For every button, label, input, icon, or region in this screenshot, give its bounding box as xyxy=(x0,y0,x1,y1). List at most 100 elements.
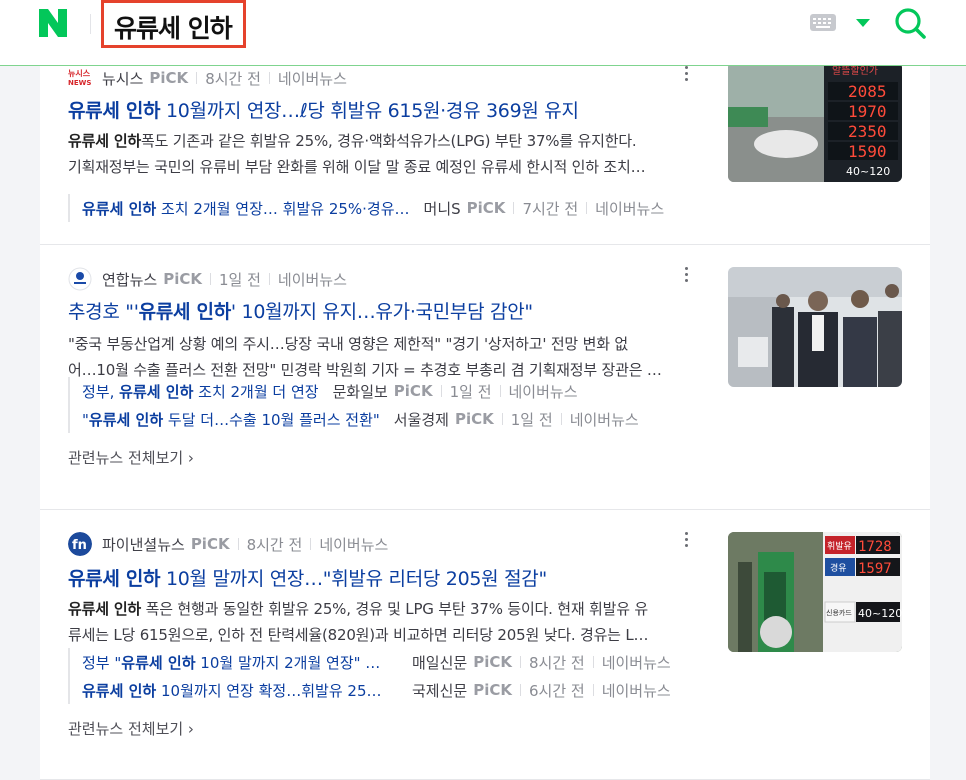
svg-text:뉴시스: 뉴시스 xyxy=(68,69,91,78)
related-article[interactable]: 유류세 인하 10월까지 연장 확정…휘발유 25… 국제신문 PiCK 6시간… xyxy=(68,676,671,704)
search-input[interactable]: 유류세 인하 xyxy=(101,0,246,48)
keyboard-icon[interactable] xyxy=(810,14,836,31)
article-summary[interactable]: 유류세 인하폭도 기존과 같은 휘발유 25%, 경유·액화석유가스(LPG) … xyxy=(68,128,693,180)
naver-news-link[interactable]: 네이버뉴스 xyxy=(602,680,671,701)
related-press: 서울경제 xyxy=(393,410,449,429)
related-press: 문화일보 xyxy=(332,382,388,401)
related-press: 머니S xyxy=(423,199,461,218)
related-article[interactable]: 정부 "유류세 인하 10월 말까지 2개월 연장" … 매일신문 PiCK 8… xyxy=(68,648,671,676)
svg-text:40~120: 40~120 xyxy=(858,607,902,620)
svg-text:경유: 경유 xyxy=(830,562,847,574)
meta-divider xyxy=(519,656,521,668)
news-card: fn 파이낸셜뉴스 PiCK 8시간 전 네이버뉴스 유류세 인하 10월 말까… xyxy=(40,510,930,780)
article-summary[interactable]: 유류세 인하 폭은 현행과 동일한 휘발유 25%, 경유 및 LPG 부탄 3… xyxy=(68,596,693,648)
meta-divider xyxy=(519,684,521,696)
meta-divider xyxy=(501,413,503,425)
press-name: 연합뉴스 xyxy=(102,270,158,289)
see-all-related-news-link[interactable]: 관련뉴스 전체보기 › xyxy=(68,718,194,739)
meta-divider xyxy=(196,72,198,84)
article-summary[interactable]: "중국 부동산업계 상황 예의 주시…당장 국내 영향은 제한적" "경기 '상… xyxy=(68,331,693,383)
article-thumbnail[interactable]: 휘발유 1728 경유 1597 신용카드 40~120 xyxy=(728,532,902,652)
meta-divider xyxy=(513,202,515,214)
article-time: 8시간 전 xyxy=(205,69,261,88)
pick-badge: PiCK xyxy=(473,681,512,699)
related-time: 7시간 전 xyxy=(522,199,579,218)
related-title[interactable]: 정부, 유류세 인하 조치 2개월 더 연장 xyxy=(82,381,319,402)
pick-badge: PiCK xyxy=(163,270,202,288)
svg-text:1597: 1597 xyxy=(858,561,892,577)
news-card: 연합뉴스 PiCK 1일 전 네이버뉴스 추경호 "'유류세 인하' 10월까지… xyxy=(40,245,930,509)
naver-news-link[interactable]: 네이버뉴스 xyxy=(570,409,639,430)
news-card: 뉴시스 NEWS 뉴시스 PiCK 8시간 전 네이버뉴스 유류세 인하 10월… xyxy=(40,62,930,244)
svg-text:휘발유: 휘발유 xyxy=(827,541,852,552)
dropdown-caret-icon[interactable] xyxy=(856,19,870,27)
more-options-icon[interactable] xyxy=(682,267,690,287)
meta-divider xyxy=(440,385,442,397)
search-header: 유류세 인하 xyxy=(0,0,966,66)
press-name: 파이낸셜뉴스 xyxy=(102,535,185,554)
related-time: 8시간 전 xyxy=(528,653,585,672)
pick-badge: PiCK xyxy=(454,410,494,428)
press-name: 뉴시스 xyxy=(102,69,144,88)
pick-badge: PiCK xyxy=(190,535,230,553)
naver-news-link[interactable]: 네이버뉴스 xyxy=(602,652,671,673)
pick-badge: PiCK xyxy=(466,199,506,217)
pick-badge: PiCK xyxy=(473,653,512,671)
meta-divider xyxy=(499,385,501,397)
naver-news-link[interactable]: 네이버뉴스 xyxy=(319,534,388,555)
related-article[interactable]: 정부, 유류세 인하 조치 2개월 더 연장 문화일보 PiCK 1일 전 네이… xyxy=(68,377,578,405)
svg-text:신용카드: 신용카드 xyxy=(826,608,852,617)
svg-text:NEWS: NEWS xyxy=(68,79,91,87)
article-title[interactable]: 유류세 인하 10월 말까지 연장…"휘발유 리터당 205원 절감" xyxy=(68,564,547,591)
more-options-icon[interactable] xyxy=(682,532,690,552)
meta-divider xyxy=(268,273,270,285)
meta-divider xyxy=(592,656,594,668)
pick-badge: PiCK xyxy=(149,69,189,87)
see-all-related-news-link[interactable]: 관련뉴스 전체보기 › xyxy=(68,447,194,468)
related-article[interactable]: "유류세 인하 두달 더…수출 10월 플러스 전환" 서울경제 PiCK 1일… xyxy=(68,405,639,433)
svg-text:2350: 2350 xyxy=(848,122,887,141)
article-time: 8시간 전 xyxy=(246,535,303,554)
related-title[interactable]: 유류세 인하 10월까지 연장 확정…휘발유 25… xyxy=(82,680,398,701)
press-logo-yonhap xyxy=(68,267,92,291)
naver-news-link[interactable]: 네이버뉴스 xyxy=(278,68,347,89)
svg-text:2085: 2085 xyxy=(848,82,887,101)
meta-divider xyxy=(310,538,312,550)
svg-text:fn: fn xyxy=(72,538,87,553)
naver-logo[interactable] xyxy=(37,7,69,39)
press-info[interactable]: 뉴시스 NEWS 뉴시스 PiCK 8시간 전 네이버뉴스 xyxy=(68,66,347,90)
press-logo-newsis: 뉴시스 NEWS xyxy=(68,69,91,87)
related-time: 6시간 전 xyxy=(528,681,585,700)
article-thumbnail[interactable]: 알뜰할인가 2085 1970 2350 1590 40~120 xyxy=(728,62,902,182)
meta-divider xyxy=(268,72,270,84)
meta-divider xyxy=(586,202,588,214)
article-thumbnail[interactable] xyxy=(728,267,902,387)
related-time: 1일 전 xyxy=(449,382,492,401)
press-info[interactable]: 연합뉴스 PiCK 1일 전 네이버뉴스 xyxy=(68,267,347,291)
svg-text:1970: 1970 xyxy=(848,102,887,121)
related-title[interactable]: 정부 "유류세 인하 10월 말까지 2개월 연장" … xyxy=(82,652,398,673)
related-time: 1일 전 xyxy=(510,410,553,429)
naver-news-link[interactable]: 네이버뉴스 xyxy=(595,198,664,219)
press-info[interactable]: fn 파이낸셜뉴스 PiCK 8시간 전 네이버뉴스 xyxy=(68,532,388,556)
meta-divider xyxy=(560,413,562,425)
more-options-icon[interactable] xyxy=(682,66,690,86)
meta-divider xyxy=(237,538,239,550)
news-list: 뉴시스 NEWS 뉴시스 PiCK 8시간 전 네이버뉴스 유류세 인하 10월… xyxy=(40,62,930,780)
search-icon[interactable] xyxy=(893,6,927,40)
svg-text:1728: 1728 xyxy=(858,539,892,555)
svg-text:40~120: 40~120 xyxy=(846,165,890,178)
naver-news-link[interactable]: 네이버뉴스 xyxy=(509,381,578,402)
naver-news-link[interactable]: 네이버뉴스 xyxy=(278,269,347,290)
article-time: 1일 전 xyxy=(218,270,261,289)
related-press: 국제신문 xyxy=(412,681,468,700)
search-query-text: 유류세 인하 xyxy=(114,14,233,43)
related-title[interactable]: "유류세 인하 두달 더…수출 10월 플러스 전환" xyxy=(82,409,380,430)
meta-divider xyxy=(209,273,211,285)
header-divider xyxy=(90,14,91,34)
related-article[interactable]: 유류세 인하 조치 2개월 연장… 휘발유 25%·경유… 머니S PiCK 7… xyxy=(68,194,664,222)
article-title[interactable]: 추경호 "'유류세 인하' 10월까지 유지…유가·국민부담 감안" xyxy=(68,297,533,324)
article-title[interactable]: 유류세 인하 10월까지 연장…ℓ당 휘발유 615원·경유 369원 유지 xyxy=(68,96,579,123)
related-press: 매일신문 xyxy=(412,653,468,672)
related-title[interactable]: 유류세 인하 조치 2개월 연장… 휘발유 25%·경유… xyxy=(82,198,410,219)
